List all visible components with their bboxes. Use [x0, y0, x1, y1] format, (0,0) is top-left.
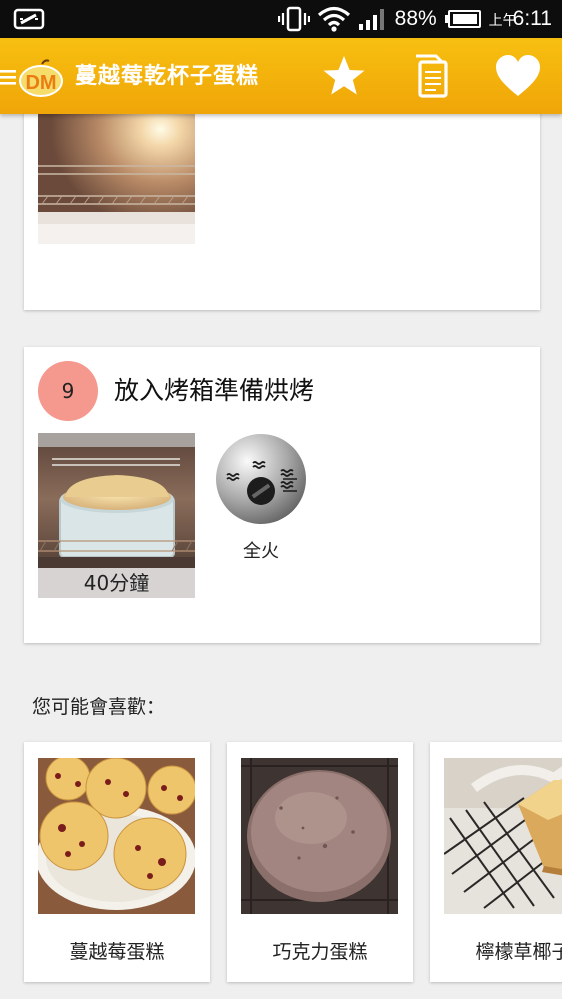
tablet-icon [13, 8, 45, 30]
heat-label: 全火 [243, 541, 279, 562]
copy-icon [416, 54, 448, 98]
cranberry-cupcakes-photo [38, 758, 195, 914]
recommendation-name: 巧克力蛋糕 [272, 941, 368, 963]
recommendation-card[interactable]: 蔓越莓蛋糕 [24, 742, 210, 982]
recommendations-heading: 您可能會喜歡： [32, 696, 166, 718]
battery-percent: 88% [394, 7, 437, 30]
like-button[interactable] [492, 50, 544, 102]
battery-icon [444, 10, 481, 28]
step-photo[interactable] [38, 114, 195, 244]
star-icon [323, 56, 365, 95]
logo-text: DM [25, 72, 56, 94]
recommendation-photo [444, 758, 562, 914]
step-card: 9 放入烤箱準備烘烤 40分鐘 全火 [24, 347, 540, 643]
status-bar: 88% 上午6:11 [0, 0, 562, 38]
recommendation-card[interactable]: 巧克力蛋糕 [227, 742, 413, 982]
copy-button[interactable] [406, 50, 458, 102]
recommendation-name: 檸檬草椰子 [475, 941, 562, 963]
wifi-icon [317, 6, 350, 32]
recommendation-name: 蔓越莓蛋糕 [69, 941, 165, 963]
oven-preheat-photo [38, 114, 195, 244]
step-card [24, 114, 540, 310]
page-title: 蔓越莓乾杯子蛋糕 [75, 64, 260, 89]
vibrate-icon [277, 6, 310, 32]
step-title: 放入烤箱準備烘烤 [114, 376, 315, 405]
menu-icon[interactable] [0, 68, 18, 86]
recipe-content[interactable]: 9 放入烤箱準備烘烤 40分鐘 全火 您可能會喜歡： 蔓越莓蛋糕 巧克力蛋糕 檸… [0, 114, 562, 999]
app-logo[interactable]: DM [18, 58, 64, 98]
favorite-button[interactable] [318, 50, 370, 102]
app-toolbar: DM 蔓越莓乾杯子蛋糕 [0, 38, 562, 114]
status-right-group: 88% 上午6:11 [277, 0, 552, 38]
recommendation-photo [38, 758, 195, 914]
recommendation-card[interactable]: 檸檬草椰子 [430, 742, 562, 982]
chocolate-cake-photo [241, 758, 398, 914]
clock: 上午6:11 [489, 7, 552, 31]
lemongrass-coconut-cake-photo [444, 758, 562, 914]
full-heat-icon [216, 434, 306, 524]
recommendation-photo [241, 758, 398, 914]
step-photo[interactable]: 40分鐘 [38, 433, 195, 598]
heart-icon [496, 55, 540, 96]
step-duration: 40分鐘 [38, 568, 195, 598]
step-number-badge: 9 [38, 361, 98, 421]
clock-time: 6:11 [512, 7, 552, 30]
signal-icon [358, 9, 384, 30]
